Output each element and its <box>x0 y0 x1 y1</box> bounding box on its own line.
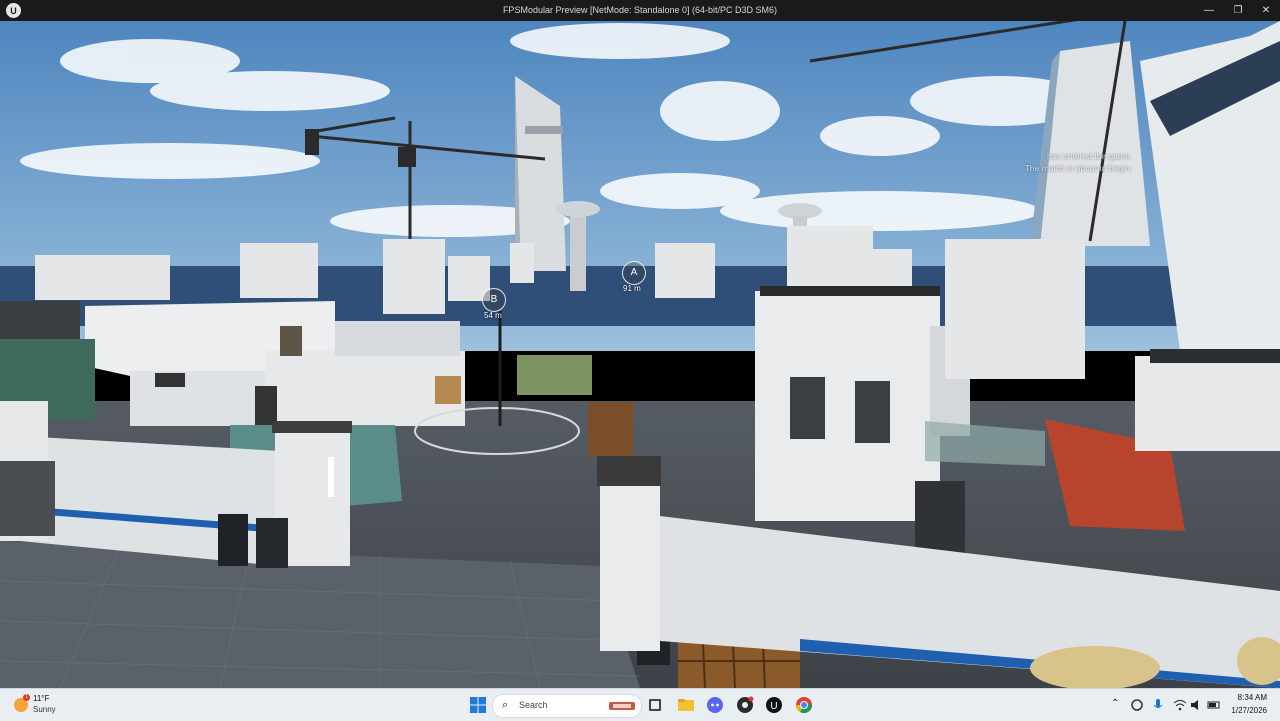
container-green <box>517 355 592 395</box>
obs-icon[interactable] <box>736 696 754 714</box>
weather-badge: 1 <box>23 694 30 701</box>
clock-date[interactable]: 1/27/2026 <box>1231 706 1267 715</box>
objective-b-distance: 54 m <box>484 311 502 320</box>
pallet-stack <box>588 402 633 457</box>
weather-temperature: 11°F <box>33 694 50 703</box>
hud-message-joined: has entered the game. <box>1046 151 1132 161</box>
search-highlight-icon <box>609 702 635 710</box>
battery-icon[interactable] <box>1207 698 1221 712</box>
network-sync-icon[interactable] <box>1130 698 1144 712</box>
weather-condition: Sunny <box>33 705 56 714</box>
window-title: FPSModular Preview [NetMode: Standalone … <box>502 5 778 15</box>
windows-start-icon[interactable] <box>469 696 487 714</box>
unreal-engine-icon[interactable]: U <box>765 696 783 714</box>
windows-taskbar: 1 11°F Sunny ⌕ Search U ⌃ 8:34 AM 1/27/2… <box>0 688 1280 721</box>
barrel <box>256 518 288 568</box>
tray-overflow-chevron-icon[interactable]: ⌃ <box>1111 698 1119 709</box>
close-button[interactable]: ✕ <box>1251 0 1280 21</box>
barrel <box>218 514 248 566</box>
game-scene <box>0 21 1280 688</box>
volume-icon[interactable] <box>1190 698 1204 712</box>
microphone-icon[interactable] <box>1152 698 1164 712</box>
control-tower <box>570 211 586 291</box>
discord-icon[interactable] <box>706 696 724 714</box>
task-view-icon[interactable] <box>646 696 664 714</box>
objective-marker-b: B <box>482 288 506 312</box>
search-placeholder: Search <box>519 700 548 710</box>
tall-tower <box>515 76 566 271</box>
maximize-button[interactable]: ❐ <box>1223 0 1253 21</box>
objective-a-distance: 91 m <box>623 284 641 293</box>
game-viewport[interactable]: A 91 m B 54 m has entered the game. The … <box>0 21 1280 688</box>
hud-message-match-start: The match is about to begin. <box>1024 163 1132 173</box>
window-titlebar[interactable]: U FPSModular Preview [NetMode: Standalon… <box>0 0 1280 21</box>
wifi-icon[interactable] <box>1173 698 1187 712</box>
clock-time[interactable]: 8:34 AM <box>1238 693 1267 702</box>
svg-text:U: U <box>770 701 777 712</box>
chrome-icon[interactable] <box>795 696 813 714</box>
taskbar-search-box[interactable]: ⌕ Search <box>492 694 642 718</box>
file-explorer-icon[interactable] <box>677 696 695 714</box>
foreground-wall-right <box>600 476 660 651</box>
minimize-button[interactable]: — <box>1194 0 1224 21</box>
objective-marker-a: A <box>622 261 646 285</box>
search-icon: ⌕ <box>502 699 509 711</box>
